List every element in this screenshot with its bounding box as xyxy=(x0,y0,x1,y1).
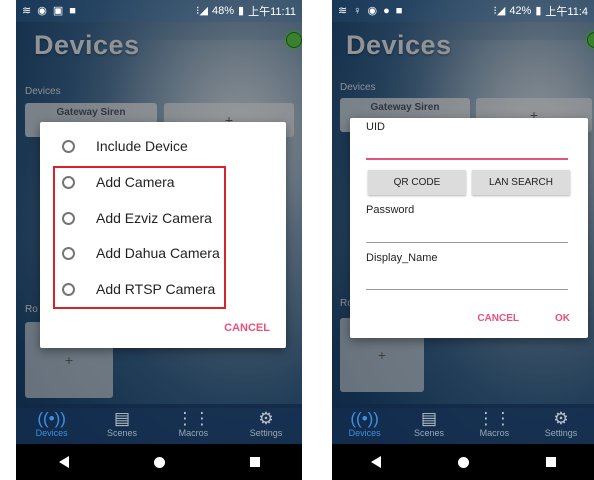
back-icon[interactable] xyxy=(370,456,381,468)
lan-search-button[interactable]: LAN SEARCH xyxy=(472,170,570,195)
phone-screen-left: ≋ ◉ ▣ ■ ⁝◢ 48% ▮ 上午11:11 Devices Devices… xyxy=(16,0,302,480)
record-icon: ◉ xyxy=(37,4,47,17)
gear-icon: ⚙ xyxy=(553,409,569,428)
option-add-rtsp-camera[interactable]: Add RTSP Camera xyxy=(62,281,215,297)
radio-button[interactable] xyxy=(62,246,75,260)
status-bar: ≋ ♀ ◉ ● ■ ⁝◢ 42% ▮ 上午11:4 xyxy=(332,0,594,22)
tab-label: Macros xyxy=(479,428,510,438)
signal-icon: ⁝◢ xyxy=(196,4,208,17)
android-nav-bar xyxy=(16,444,302,480)
clapperboard-icon: ▤ xyxy=(421,409,438,428)
tab-label: Settings xyxy=(249,428,283,438)
uid-input[interactable] xyxy=(366,158,568,160)
cancel-button[interactable]: CANCEL xyxy=(477,313,519,324)
option-label: Add Ezviz Camera xyxy=(96,210,212,226)
password-label: Password xyxy=(366,204,415,216)
notification-icon: ■ xyxy=(395,4,403,17)
display-name-label: Display_Name xyxy=(366,252,438,264)
battery-level: 48% xyxy=(212,5,235,17)
circle-icon: ● xyxy=(383,4,390,17)
battery-icon: ▮ xyxy=(238,4,245,17)
notification-icon: ■ xyxy=(69,4,76,17)
wifi-icon: ≋ xyxy=(338,4,348,17)
tab-macros[interactable]: ⋮⋮ Macros xyxy=(176,409,211,439)
home-icon[interactable] xyxy=(153,456,165,468)
option-add-ezviz-camera[interactable]: Add Ezviz Camera xyxy=(62,210,212,226)
bottom-tab-bar: ((•)) Devices ▤ Scenes ⋮⋮ Macros ⚙ Setti… xyxy=(16,404,302,444)
option-add-camera[interactable]: Add Camera xyxy=(62,174,175,190)
bottom-tab-bar: ((•)) Devices ▤ Scenes ⋮⋮ Macros ⚙ Setti… xyxy=(332,404,594,444)
clock: 上午11:4 xyxy=(545,6,588,18)
recent-apps-icon[interactable] xyxy=(545,457,556,467)
tab-label: Scenes xyxy=(107,428,138,438)
antenna-icon: ((•)) xyxy=(37,409,66,428)
battery-level: 42% xyxy=(509,5,532,17)
signal-icon: ⁝◢ xyxy=(493,4,506,17)
add-camera-dialog: UID QR CODE LAN SEARCH Password Display_… xyxy=(350,118,588,338)
radio-button[interactable] xyxy=(62,211,75,225)
clapperboard-icon: ▤ xyxy=(114,409,131,428)
tab-label: Settings xyxy=(544,428,578,438)
option-label: Include Device xyxy=(96,138,188,154)
image-icon: ▣ xyxy=(52,4,64,17)
option-label: Add RTSP Camera xyxy=(96,281,216,297)
phone-screen-right: ≋ ♀ ◉ ● ■ ⁝◢ 42% ▮ 上午11:4 Devices Device… xyxy=(332,0,594,480)
gear-icon: ⚙ xyxy=(258,409,274,428)
radio-button[interactable] xyxy=(62,175,75,189)
option-add-dahua-camera[interactable]: Add Dahua Camera xyxy=(62,245,220,261)
macro-icon: ⋮⋮ xyxy=(176,409,211,428)
tab-devices[interactable]: ((•)) Devices xyxy=(348,409,381,439)
display-name-input[interactable] xyxy=(366,289,568,290)
status-bar: ≋ ◉ ▣ ■ ⁝◢ 48% ▮ 上午11:11 xyxy=(16,0,302,22)
cancel-button[interactable]: CANCEL xyxy=(224,322,270,334)
back-icon[interactable] xyxy=(58,456,69,468)
record-icon: ◉ xyxy=(367,4,378,17)
location-icon: ♀ xyxy=(353,4,362,17)
tab-label: Devices xyxy=(35,428,68,438)
tab-label: Scenes xyxy=(414,428,445,438)
add-device-dialog: Include Device Add Camera Add Ezviz Came… xyxy=(40,122,286,348)
home-icon[interactable] xyxy=(457,456,469,468)
macro-icon: ⋮⋮ xyxy=(477,409,512,428)
option-label: Add Camera xyxy=(96,174,175,190)
uid-label: UID xyxy=(366,121,385,133)
tab-label: Devices xyxy=(348,428,381,438)
password-input[interactable] xyxy=(366,242,568,243)
ok-button[interactable]: OK xyxy=(555,313,570,324)
battery-icon: ▮ xyxy=(535,4,542,17)
tab-settings[interactable]: ⚙ Settings xyxy=(544,409,578,439)
wifi-icon: ≋ xyxy=(22,4,32,17)
tab-scenes[interactable]: ▤ Scenes xyxy=(414,409,445,439)
tab-devices[interactable]: ((•)) Devices xyxy=(35,409,68,439)
tab-scenes[interactable]: ▤ Scenes xyxy=(107,409,138,439)
recent-apps-icon[interactable] xyxy=(249,457,260,467)
android-nav-bar xyxy=(332,444,594,480)
clock: 上午11:11 xyxy=(248,6,296,18)
antenna-icon: ((•)) xyxy=(350,409,379,428)
radio-button[interactable] xyxy=(62,139,75,153)
tab-label: Macros xyxy=(178,428,209,438)
qr-code-button[interactable]: QR CODE xyxy=(368,170,466,195)
radio-button[interactable] xyxy=(62,282,75,296)
tab-macros[interactable]: ⋮⋮ Macros xyxy=(477,409,512,439)
tab-settings[interactable]: ⚙ Settings xyxy=(249,409,283,439)
option-label: Add Dahua Camera xyxy=(96,245,220,261)
option-include-device[interactable]: Include Device xyxy=(62,138,188,154)
